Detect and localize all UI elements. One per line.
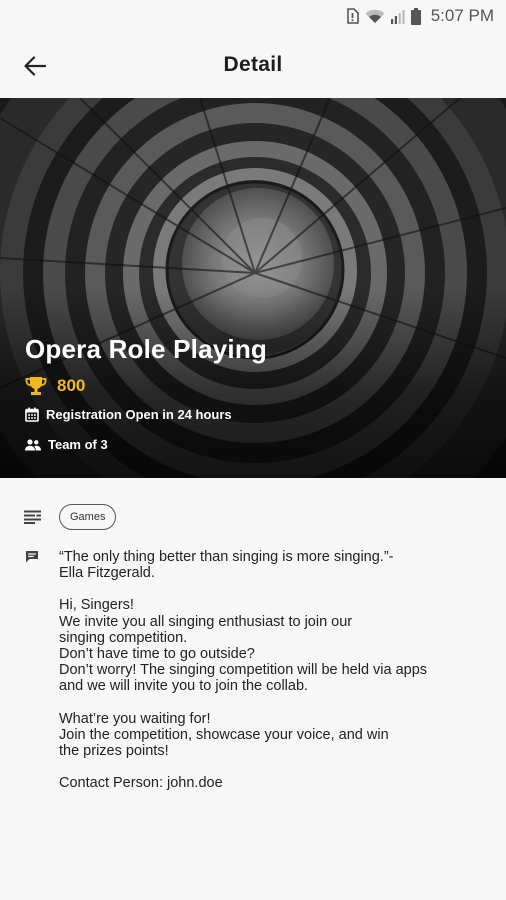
calendar-icon bbox=[25, 407, 39, 422]
app-bar: Detail bbox=[0, 32, 506, 98]
registration-row: Registration Open in 24 hours bbox=[25, 407, 232, 422]
event-description: “The only thing better than singing is m… bbox=[59, 549, 489, 807]
team-size: Team of 3 bbox=[48, 437, 108, 452]
registration-status: Registration Open in 24 hours bbox=[46, 407, 232, 422]
event-points: 800 bbox=[57, 376, 86, 395]
page-title: Detail bbox=[223, 53, 283, 76]
description-line: singing competition. bbox=[59, 629, 188, 646]
signal-icon bbox=[390, 9, 405, 24]
points-row: 800 bbox=[25, 376, 85, 396]
back-button[interactable] bbox=[18, 49, 52, 83]
category-row: Games bbox=[24, 504, 117, 530]
trophy-icon bbox=[25, 377, 47, 395]
status-bar: 5:07 PM bbox=[0, 0, 506, 32]
people-icon bbox=[25, 438, 41, 450]
event-details: Games “The only thing better than singin… bbox=[0, 478, 506, 900]
description-line: Hi, Singers! bbox=[59, 597, 134, 614]
contact-person: Contact Person: john.doe bbox=[59, 775, 223, 792]
description-line: What’re you waiting for! bbox=[59, 710, 211, 727]
battery-icon bbox=[410, 7, 421, 25]
comment-icon bbox=[26, 551, 38, 563]
description-line: Join the competition, showcase your voic… bbox=[59, 726, 389, 743]
description-line: We invite you all singing enthusiast to … bbox=[59, 613, 353, 630]
description-paragraph: What’re you waiting for! Join the compet… bbox=[59, 711, 489, 760]
description-paragraph: Contact Person: john.doe bbox=[59, 775, 489, 791]
description-line: “The only thing better than singing is m… bbox=[59, 549, 394, 565]
description-paragraph: “The only thing better than singing is m… bbox=[59, 549, 489, 581]
description-line: Don’t have time to go outside? bbox=[59, 646, 255, 663]
description-line: Don’t worry! The singing competition wil… bbox=[59, 662, 428, 679]
category-tag[interactable]: Games bbox=[59, 504, 117, 530]
status-time: 5:07 PM bbox=[430, 6, 494, 25]
arrow-left-icon bbox=[24, 56, 46, 76]
list-icon bbox=[24, 510, 41, 524]
description-line: Ella Fitzgerald. bbox=[59, 565, 155, 582]
description-paragraph: Hi, Singers! We invite you all singing e… bbox=[59, 597, 489, 694]
sim-alert-icon bbox=[346, 8, 359, 24]
event-banner: Opera Role Playing 800 Registration Open… bbox=[0, 98, 506, 478]
description-line: the prizes points! bbox=[59, 743, 169, 760]
description-line: and we will invite you to join the colla… bbox=[59, 678, 309, 695]
team-row: Team of 3 bbox=[25, 437, 108, 452]
event-title: Opera Role Playing bbox=[25, 334, 268, 364]
wifi-icon bbox=[365, 9, 385, 24]
